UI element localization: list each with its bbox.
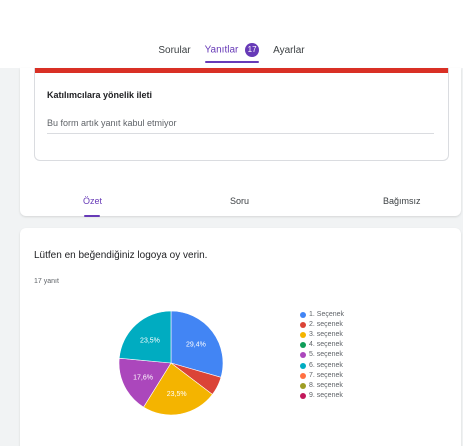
forms-responses-page: Sorular Yanıtlar 17 Ayarlar Katılımcılar… <box>0 0 463 446</box>
response-count: 17 yanıt <box>34 278 59 285</box>
top-tabs: Sorular Yanıtlar 17 Ayarlar <box>0 43 463 63</box>
top-header: Sorular Yanıtlar 17 Ayarlar <box>0 0 463 68</box>
legend-color-dot <box>300 362 306 369</box>
legend-color-dot <box>300 332 306 339</box>
legend-color-dot <box>300 352 306 359</box>
legend-label: 5. seçenek <box>309 351 343 359</box>
tab-responses-label: Yanıtlar <box>204 44 239 56</box>
legend-item-3: 3. seçenek <box>300 330 440 340</box>
summary-tab-underline <box>84 215 100 217</box>
not-accepting-bar <box>35 68 448 73</box>
legend-item-4: 4. seçenek <box>300 340 440 350</box>
pie-slice-label-6: 23,5% <box>140 337 160 344</box>
legend-item-1: 1. Seçenek <box>300 310 440 320</box>
legend-label: 1. Seçenek <box>309 311 345 319</box>
legend-label: 7. seçenek <box>309 371 343 379</box>
pie-chart: 29,4% 23,5% 17,6% 23,5% <box>118 310 224 421</box>
legend-color-dot <box>300 372 306 379</box>
chart-legend: 1. Seçenek 2. seçenek 3. seçenek 4. seçenek… <box>300 310 440 401</box>
legend-color-dot <box>300 382 306 389</box>
responses-card: Katılımcılara yönelik ileti Bu form artı… <box>20 68 461 217</box>
tab-settings[interactable]: Ayarlar <box>273 45 305 62</box>
legend-label: 6. seçenek <box>309 361 343 369</box>
legend-label: 4. seçenek <box>309 341 343 349</box>
legend-color-dot <box>300 392 306 399</box>
tab-individual[interactable]: Bağımsız <box>383 196 421 206</box>
legend-item-5: 5. seçenek <box>300 350 440 360</box>
tab-question[interactable]: Soru <box>230 196 249 206</box>
legend-color-dot <box>300 312 306 319</box>
legend-item-6: 6. seçenek <box>300 360 440 370</box>
message-underline <box>47 133 434 134</box>
legend-item-2: 2. seçenek <box>300 320 440 330</box>
legend-item-9: 9. seçenek <box>300 391 440 401</box>
legend-label: 8. seçenek <box>309 381 343 389</box>
closed-message-box: Katılımcılara yönelik ileti Bu form artı… <box>34 68 449 161</box>
legend-color-dot <box>300 342 306 349</box>
tab-responses[interactable]: Yanıtlar 17 <box>204 43 260 63</box>
pie-chart-svg: 29,4% 23,5% 17,6% 23,5% <box>118 310 224 416</box>
legend-label: 3. seçenek <box>309 331 343 339</box>
tab-settings-label: Ayarlar <box>273 44 305 56</box>
legend-label: 9. seçenek <box>309 391 343 399</box>
response-count-badge: 17 <box>245 43 260 57</box>
tab-questions[interactable]: Sorular <box>158 45 190 62</box>
question-title: Lütfen en beğendiğiniz logoya oy verin. <box>34 250 208 261</box>
question-summary-card: Lütfen en beğendiğiniz logoya oy verin. … <box>20 228 461 446</box>
message-input[interactable]: Bu form artık yanıt kabul etmiyor <box>47 118 177 128</box>
legend-item-8: 8. seçenek <box>300 381 440 391</box>
legend-color-dot <box>300 322 306 329</box>
tab-questions-label: Sorular <box>158 44 191 56</box>
legend-label: 2. seçenek <box>309 321 343 329</box>
pie-slice-label-5: 17,6% <box>133 374 153 381</box>
pie-slice-label-1: 29,4% <box>186 342 206 349</box>
message-label: Katılımcılara yönelik ileti <box>47 90 153 100</box>
pie-slice-label-3: 23,5% <box>167 391 187 398</box>
legend-item-7: 7. seçenek <box>300 371 440 381</box>
tab-summary[interactable]: Özet <box>83 196 102 206</box>
